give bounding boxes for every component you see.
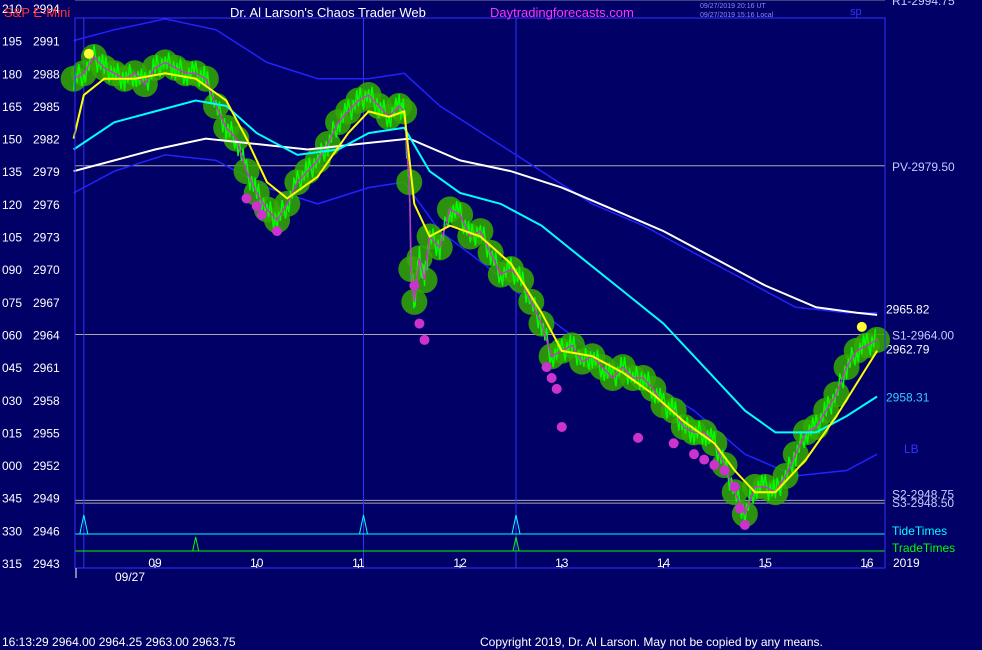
tide-times-label: TideTimes [892, 524, 947, 538]
ema-mid-line [73, 99, 878, 434]
signal-dots [83, 48, 867, 530]
y-tick-code: 090 [2, 263, 22, 277]
magenta-dot [251, 201, 262, 212]
chart-area: R1-2994.75PV-2979.50S1-2964.00S2-2948.75… [2, 0, 955, 649]
vertical-markers [83, 18, 517, 568]
yellow-dot [83, 48, 94, 59]
y-tick-code: 315 [2, 557, 22, 571]
level-label: S3-2948.50 [892, 496, 954, 510]
y-tick-code: 120 [2, 198, 22, 212]
y-tick-price: 2958 [33, 394, 60, 408]
y-tick-code: 165 [2, 100, 22, 114]
magenta-dot [556, 421, 567, 432]
stamp-local: 09/27/2019 15:16 Local [700, 12, 774, 19]
level-label: R1-2994.75 [892, 0, 955, 8]
site-link[interactable]: Daytradingforecasts.com [490, 5, 634, 20]
y-tick-price: 2973 [33, 231, 60, 245]
x-tick-label: 11 [352, 556, 365, 570]
y-tick-code: 195 [2, 35, 22, 49]
y-tick-code: 150 [2, 133, 22, 147]
magenta-dot [546, 373, 557, 383]
magenta-dot [419, 334, 430, 345]
y-tick-price: 2979 [33, 165, 60, 179]
yellow-dot [856, 321, 867, 332]
y-tick-price: 2943 [33, 557, 60, 571]
magenta-dot [689, 449, 700, 460]
y-tick-price: 2964 [33, 328, 60, 342]
x-tick-label: 14 [657, 556, 671, 570]
y-tick-price: 2988 [33, 67, 60, 81]
x-tick-label: 15 [759, 556, 773, 570]
y-tick-code: 000 [2, 459, 22, 473]
magenta-dot [699, 454, 710, 465]
magenta-dot [668, 438, 679, 449]
y-tick-code: 045 [2, 361, 22, 375]
trade-spike [192, 536, 200, 552]
symbol-title: S&P E-Mini [4, 5, 70, 20]
y-tick-price: 2991 [33, 35, 60, 49]
y-tick-code: 180 [2, 67, 22, 81]
x-tick-label: 10 [250, 556, 264, 570]
magenta-dot [414, 318, 425, 329]
y-tick-price: 2955 [33, 426, 60, 440]
y-tick-price: 2970 [33, 263, 60, 277]
stamp-utc: 09/27/2019 20:16 UT [700, 3, 766, 10]
magenta-dot [719, 465, 730, 476]
y-tick-price: 2982 [33, 133, 60, 147]
ema-short-line [72, 72, 878, 494]
lb-label: LB [904, 442, 919, 456]
y-tick-code: 135 [2, 165, 22, 179]
y-tick-price: 2985 [33, 100, 60, 114]
magenta-dot [734, 503, 745, 514]
x-tick-label: 13 [555, 556, 569, 570]
y-tick-price: 2967 [33, 296, 60, 310]
copyright: Copyright 2019, Dr. Al Larson. May not b… [480, 635, 823, 649]
magenta-dot [739, 519, 750, 530]
quote-readout: 16:13:29 2964.00 2964.25 2963.00 2963.75 [2, 635, 236, 649]
y-tick-code: 030 [2, 394, 22, 408]
band-lower-line [73, 154, 878, 477]
magenta-dot [551, 383, 562, 394]
y-tick-code: 330 [2, 524, 22, 538]
date-label: 09/27 [115, 570, 145, 584]
y-tick-code: 105 [2, 231, 22, 245]
magenta-dot [633, 432, 644, 443]
y-tick-code: 345 [2, 492, 22, 506]
chart-title: Dr. Al Larson's Chaos Trader Web [230, 5, 426, 20]
x-tick-label: 09 [148, 556, 162, 570]
x-tick-label: 16 [860, 556, 874, 570]
tide-panel: TideTimes TradeTimes [75, 514, 955, 555]
magenta-dot [729, 481, 740, 492]
magenta-dot [709, 460, 720, 471]
magenta-dot [256, 209, 267, 220]
series-lines [72, 44, 878, 527]
trade-times-label: TradeTimes [892, 541, 955, 555]
magenta-dot [241, 193, 252, 204]
magenta-dot [272, 226, 283, 237]
y-tick-price: 2949 [33, 492, 60, 506]
level-label: S1-2964.00 [892, 328, 954, 342]
magenta-dot [409, 280, 420, 291]
corner-label: sp [850, 6, 862, 18]
level-label: PV-2979.50 [892, 160, 955, 174]
y-tick-price: 2952 [33, 459, 60, 473]
y-tick-price: 2946 [33, 524, 60, 538]
x-tick-label: 12 [453, 556, 467, 570]
year-label: 2019 [893, 556, 920, 570]
magenta-dot [541, 362, 552, 373]
y-tick-code: 015 [2, 426, 22, 440]
y-tick-code: 060 [2, 328, 22, 342]
price-average-line [73, 55, 878, 516]
last-value-label: 2965.82 [886, 303, 930, 317]
last-value-label: 2958.31 [886, 390, 930, 404]
y-tick-code: 075 [2, 296, 22, 310]
y-tick-price: 2976 [33, 198, 60, 212]
y-tick-price: 2961 [33, 361, 60, 375]
last-value-label: 2962.79 [886, 343, 930, 357]
